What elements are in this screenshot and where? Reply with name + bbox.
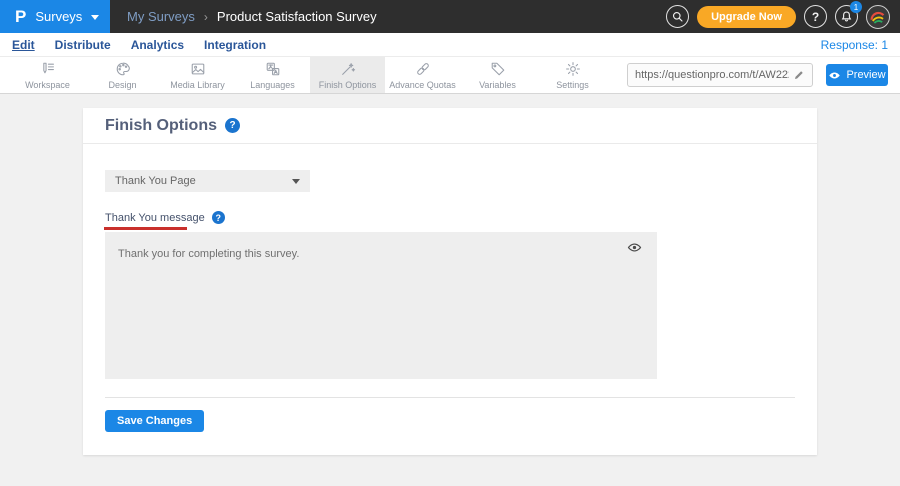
media-library-icon	[190, 61, 206, 77]
thank-you-message-editor[interactable]: Thank you for completing this survey.	[105, 232, 657, 379]
surveys-menu-label: Surveys	[35, 9, 82, 24]
notification-badge: 1	[850, 1, 862, 13]
chevron-down-icon	[91, 15, 99, 20]
survey-url-value: https://questionpro.com/t/AW222goC	[635, 69, 789, 81]
section-divider	[105, 397, 795, 398]
toolbar-item-variables[interactable]: Variables	[460, 57, 535, 93]
questionpro-app: P Surveys My Surveys › Product Satisfact…	[0, 0, 900, 486]
breadcrumb-separator: ›	[204, 10, 208, 24]
toolbar-item-advance-quotas[interactable]: Advance Quotas	[385, 57, 460, 93]
tab-analytics[interactable]: Analytics	[131, 38, 184, 52]
eye-icon	[828, 69, 841, 82]
languages-icon	[265, 61, 281, 77]
avatar-image	[867, 6, 889, 28]
message-preview-button[interactable]	[627, 240, 643, 256]
panel-header: Finish Options ?	[83, 108, 817, 144]
preview-button[interactable]: Preview	[826, 64, 888, 86]
survey-nav-tabs: Edit Distribute Analytics Integration Re…	[0, 33, 900, 57]
toolbar-item-languages[interactable]: Languages	[235, 57, 310, 93]
design-icon	[115, 61, 131, 77]
advance-quotas-icon	[415, 61, 431, 77]
finish-type-dropdown[interactable]: Thank You Page	[105, 170, 310, 192]
finish-options-icon	[340, 61, 356, 77]
message-help-icon[interactable]: ?	[212, 211, 225, 224]
variables-icon	[490, 61, 506, 77]
toolbar-item-workspace[interactable]: Workspace	[10, 57, 85, 93]
chevron-down-icon	[292, 179, 300, 184]
user-avatar[interactable]	[866, 5, 890, 29]
message-label-row: Thank You message ?	[105, 211, 225, 224]
survey-url-field[interactable]: https://questionpro.com/t/AW222goC	[627, 63, 813, 87]
toolbar-item-media-library[interactable]: Media Library	[160, 57, 235, 93]
tab-edit[interactable]: Edit	[12, 38, 35, 52]
help-button[interactable]: ?	[804, 5, 827, 28]
toolbar-item-finish-options[interactable]: Finish Options	[310, 57, 385, 93]
eye-icon	[627, 240, 642, 255]
bell-icon	[840, 10, 853, 23]
annotation-red-underline	[104, 227, 187, 230]
upgrade-now-button[interactable]: Upgrade Now	[697, 6, 796, 28]
settings-icon	[565, 61, 581, 77]
breadcrumb-my-surveys[interactable]: My Surveys	[127, 9, 195, 24]
finish-options-panel: Finish Options ? Thank You Page Thank Yo…	[83, 108, 817, 455]
questionpro-logo: P	[15, 8, 26, 25]
question-mark-icon: ?	[812, 10, 819, 24]
edit-toolbar: Workspace Design Media Library Languages…	[0, 57, 900, 94]
thank-you-message-text: Thank you for completing this survey.	[118, 248, 617, 260]
finish-type-value: Thank You Page	[115, 175, 196, 187]
save-changes-button[interactable]: Save Changes	[105, 410, 204, 432]
notifications-button[interactable]: 1	[835, 5, 858, 28]
thank-you-message-label: Thank You message	[105, 212, 205, 224]
finish-options-help-icon[interactable]: ?	[225, 118, 240, 133]
topbar-actions: Upgrade Now ? 1	[666, 5, 900, 29]
toolbar-item-settings[interactable]: Settings	[535, 57, 610, 93]
workspace-icon	[40, 61, 56, 77]
preview-label: Preview	[846, 69, 885, 81]
top-bar: P Surveys My Surveys › Product Satisfact…	[0, 0, 900, 33]
breadcrumb-current-survey: Product Satisfaction Survey	[217, 9, 377, 24]
page-title: Finish Options	[105, 117, 217, 135]
tab-integration[interactable]: Integration	[204, 38, 266, 52]
search-icon	[671, 10, 684, 23]
tab-distribute[interactable]: Distribute	[55, 38, 111, 52]
surveys-menu[interactable]: P Surveys	[0, 0, 110, 33]
search-button[interactable]	[666, 5, 689, 28]
toolbar-item-design[interactable]: Design	[85, 57, 160, 93]
edit-pencil-icon[interactable]	[793, 69, 805, 81]
breadcrumb: My Surveys › Product Satisfaction Survey	[127, 9, 377, 24]
response-count: Response: 1	[821, 38, 888, 52]
